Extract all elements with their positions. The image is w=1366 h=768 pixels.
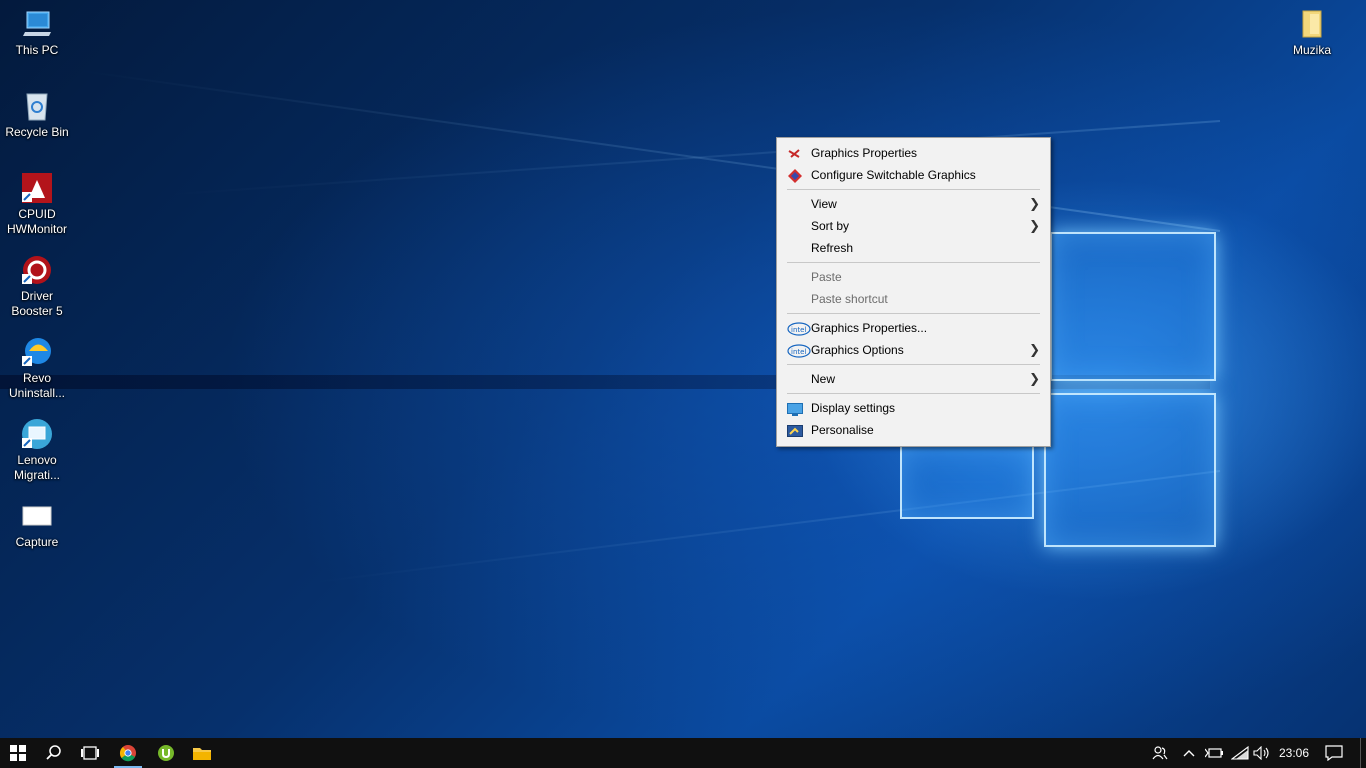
display-icon	[787, 401, 803, 416]
desktop-icon-revo-uninstaller[interactable]: Revo Uninstall...	[0, 336, 74, 401]
menu-separator	[787, 313, 1040, 314]
recycle-bin-icon	[21, 90, 53, 122]
network-button[interactable]	[1228, 738, 1252, 768]
action-center-button[interactable]	[1320, 738, 1348, 768]
taskbar-utorrent[interactable]	[148, 738, 184, 768]
intel-icon: intel	[787, 343, 811, 358]
clock[interactable]: 23:06	[1274, 738, 1314, 768]
menu-item-graphics-properties-intel[interactable]: intel Graphics Properties...	[777, 317, 1050, 339]
chevron-up-icon	[1183, 750, 1195, 757]
windows-logo-pane	[1044, 393, 1216, 547]
light-beam	[162, 120, 1221, 196]
windows-logo-pane	[1050, 232, 1216, 381]
clock-time: 23:06	[1278, 746, 1310, 760]
menu-item-paste-shortcut: Paste shortcut	[811, 292, 888, 306]
desktop-icon-capture[interactable]: Capture	[0, 500, 74, 550]
task-view-icon	[81, 746, 99, 760]
show-desktop-button[interactable]	[1360, 738, 1366, 768]
menu-separator	[787, 393, 1040, 394]
desktop-icon-lenovo-migration[interactable]: Lenovo Migrati...	[0, 418, 74, 483]
task-view-button[interactable]	[72, 738, 108, 768]
chrome-icon	[119, 745, 136, 762]
hwmonitor-icon	[21, 172, 53, 204]
start-icon	[10, 745, 26, 761]
submenu-arrow-icon: ❯	[1029, 371, 1040, 386]
people-button[interactable]	[1148, 738, 1172, 768]
desktop-icon-driver-booster[interactable]: Driver Booster 5	[0, 254, 74, 319]
desktop-icon-recycle-bin[interactable]: Recycle Bin	[0, 90, 74, 140]
desktop-wallpaper[interactable]: This PC Recycle Bin CPUID HWMonitor Driv…	[0, 0, 1366, 738]
windows-logo-pane	[900, 445, 1034, 519]
battery-button[interactable]	[1202, 738, 1226, 768]
menu-item-paste: Paste	[811, 270, 842, 284]
amd-graphics-icon	[787, 146, 803, 160]
taskbar-chrome[interactable]	[110, 738, 146, 768]
desktop-icon-this-pc[interactable]: This PC	[0, 8, 74, 58]
volume-icon	[1253, 746, 1269, 760]
menu-item-graphics-properties-amd[interactable]: Graphics Properties	[777, 142, 1050, 164]
menu-item-new[interactable]: New ❯	[777, 368, 1050, 390]
menu-item-personalise[interactable]: Personalise	[777, 419, 1050, 441]
submenu-arrow-icon: ❯	[1029, 196, 1040, 211]
menu-item-configure-switchable-graphics[interactable]: Configure Switchable Graphics	[777, 164, 1050, 186]
svg-text:intel: intel	[791, 326, 806, 334]
personalise-icon	[787, 423, 803, 437]
intel-icon: intel	[787, 321, 811, 336]
revo-uninstaller-icon	[21, 336, 53, 368]
driver-booster-icon	[21, 254, 53, 286]
start-button[interactable]	[0, 738, 36, 768]
menu-separator	[787, 262, 1040, 263]
desktop-icon-muzika[interactable]: Muzika	[1275, 8, 1349, 58]
file-explorer-icon	[193, 748, 211, 760]
amd-switchable-icon	[787, 168, 803, 183]
menu-item-view[interactable]: View ❯	[777, 193, 1050, 215]
menu-item-refresh[interactable]: Refresh	[777, 237, 1050, 259]
submenu-arrow-icon: ❯	[1029, 218, 1040, 233]
image-file-icon	[21, 500, 53, 532]
desktop-context-menu: Graphics Properties Configure Switchable…	[776, 137, 1051, 447]
lenovo-migration-icon	[21, 418, 53, 450]
desktop-icon-hwmonitor[interactable]: CPUID HWMonitor	[0, 172, 74, 237]
people-icon	[1152, 746, 1168, 760]
taskbar: 23:06	[0, 738, 1366, 768]
menu-item-sort-by[interactable]: Sort by ❯	[777, 215, 1050, 237]
battery-icon	[1205, 748, 1223, 758]
show-hidden-icons-button[interactable]	[1178, 738, 1200, 768]
folder-icon	[1296, 8, 1328, 40]
action-center-icon	[1325, 745, 1343, 761]
menu-separator	[787, 364, 1040, 365]
taskbar-file-explorer[interactable]	[184, 738, 220, 768]
this-pc-icon	[21, 8, 53, 40]
volume-button[interactable]	[1250, 738, 1274, 768]
svg-text:intel: intel	[791, 348, 806, 356]
wifi-icon	[1231, 746, 1249, 760]
submenu-arrow-icon: ❯	[1029, 342, 1040, 357]
search-icon	[46, 745, 61, 760]
search-button[interactable]	[36, 738, 72, 768]
menu-separator	[787, 189, 1040, 190]
menu-item-display-settings[interactable]: Display settings	[777, 397, 1050, 419]
utorrent-icon	[158, 745, 174, 761]
menu-item-graphics-options[interactable]: intel Graphics Options ❯	[777, 339, 1050, 361]
